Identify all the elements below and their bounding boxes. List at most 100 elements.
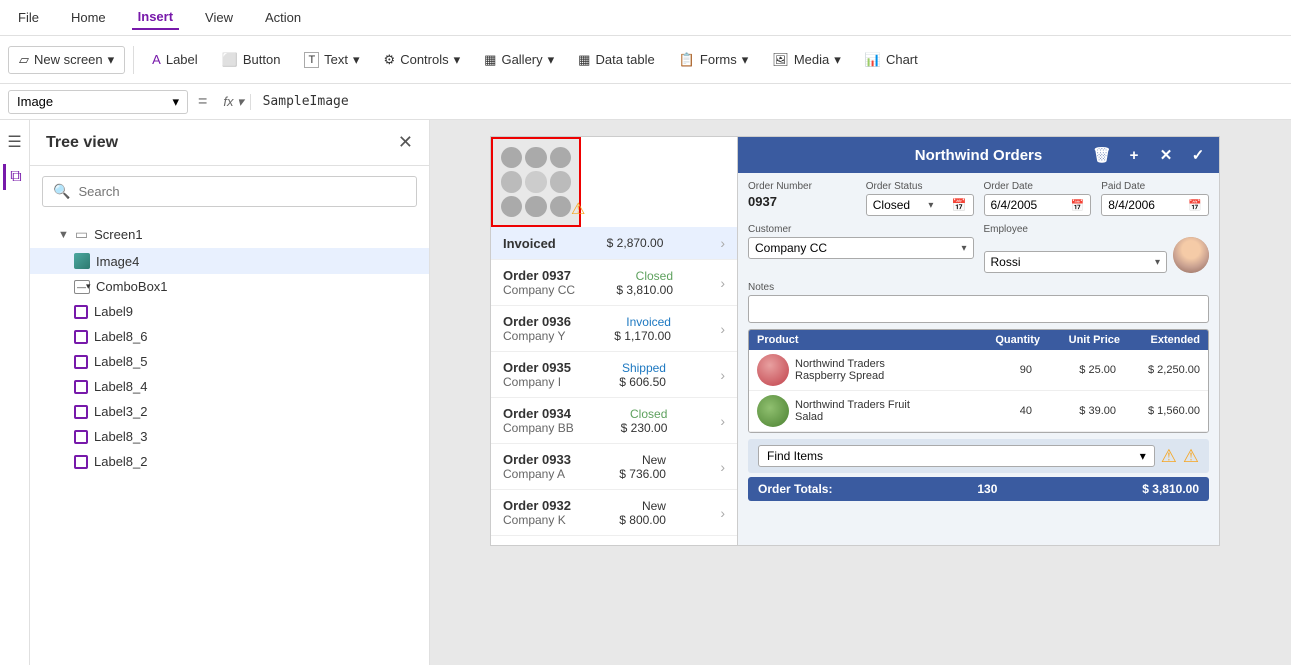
order-status-0934: Closed [630, 407, 667, 421]
text-button[interactable]: T Text ▾ [294, 47, 369, 73]
field-employee: Employee Rossi ▾ [984, 224, 1210, 273]
order-info-0934: Order 0934 Company BB [503, 406, 574, 435]
close-button[interactable]: ✕ [1153, 142, 1179, 168]
add-button[interactable]: + [1121, 142, 1147, 168]
forms-icon: 📋 [679, 52, 695, 68]
order-number-0933: Order 0933 [503, 452, 571, 467]
paid-date-value: 8/4/2006 [1108, 198, 1155, 212]
order-status-select[interactable]: Closed ▾ 📅 [866, 194, 974, 216]
order-info-first: Invoiced [503, 236, 556, 251]
col-product: Product [757, 334, 917, 346]
paid-date-input[interactable]: 8/4/2006 📅 [1101, 194, 1209, 216]
order-item-first[interactable]: Invoiced $ 2,870.00 › [491, 227, 737, 260]
order-info-0933: Order 0933 Company A [503, 452, 571, 481]
order-info-0937: Order 0937 Company CC [503, 268, 575, 297]
media-button[interactable]: 🖼 Media ▾ [762, 47, 850, 73]
menu-insert[interactable]: Insert [132, 5, 179, 30]
find-items-input[interactable]: Find Items ▾ [758, 445, 1155, 467]
layers-icon[interactable]: ⧉ [3, 164, 25, 190]
tree-item-label8-2[interactable]: Label8_2 [30, 449, 429, 474]
name-box[interactable]: Image ▾ [8, 90, 188, 114]
button-button[interactable]: ⬜ Button [212, 47, 291, 73]
menu-home[interactable]: Home [65, 6, 112, 29]
find-items-chevron-icon: ▾ [1140, 449, 1146, 463]
order-item-0934[interactable]: Order 0934 Company BB Closed $ 230.00 › [491, 398, 737, 444]
forms-button[interactable]: 📋 Forms ▾ [669, 47, 759, 73]
chart-button[interactable]: 📊 Chart [855, 47, 928, 73]
tree-item-label8-6[interactable]: Label8_6 [30, 324, 429, 349]
field-order-date: Order Date 6/4/2005 📅 [984, 181, 1092, 216]
order-chevron-first: › [720, 235, 725, 251]
label-icon: A [152, 52, 161, 67]
hamburger-icon[interactable]: ☰ [3, 128, 25, 156]
order-item-0933[interactable]: Order 0933 Company A New $ 736.00 › [491, 444, 737, 490]
label-button[interactable]: A Label [142, 47, 207, 72]
employee-avatar [1173, 237, 1209, 273]
order-info-0936: Order 0936 Company Y [503, 314, 571, 343]
tree-list: ▼ ▭ Screen1 Image4 —▾ ComboBox1 Label9 [30, 217, 429, 665]
tree-search-box[interactable]: 🔍 [42, 176, 417, 207]
product-qty-1: 90 [921, 364, 1032, 376]
image-icon [74, 253, 90, 269]
tree-item-image4[interactable]: Image4 [30, 248, 429, 274]
img-circle-4 [501, 171, 522, 192]
product-table: Product Quantity Unit Price Extended Nor… [748, 329, 1209, 433]
order-number-0936: Order 0936 [503, 314, 571, 329]
customer-chevron-icon: ▾ [961, 243, 966, 254]
data-table-button[interactable]: ▦ Data table [568, 47, 665, 73]
gallery-button[interactable]: ▦ Gallery ▾ [474, 47, 564, 73]
formula-input[interactable] [257, 92, 1283, 111]
tree-close-button[interactable]: ✕ [398, 132, 413, 153]
gallery-icon: ▦ [484, 52, 496, 68]
tree-item-label8-2-label: Label8_2 [94, 454, 148, 469]
tree-item-label8-4[interactable]: Label8_4 [30, 374, 429, 399]
chart-label: Chart [886, 52, 918, 67]
new-screen-icon: ▱ [19, 52, 29, 68]
delete-button[interactable]: 🗑 [1089, 142, 1115, 168]
img-circle-6 [550, 171, 571, 192]
controls-icon: ⚙ [384, 52, 396, 68]
order-item-0932[interactable]: Order 0932 Company K New $ 800.00 › [491, 490, 737, 536]
controls-button[interactable]: ⚙ Controls ▾ [374, 47, 471, 73]
order-item-0935[interactable]: Order 0935 Company I Shipped $ 606.50 › [491, 352, 737, 398]
employee-select[interactable]: Rossi ▾ [984, 251, 1168, 273]
customer-select[interactable]: Company CC ▾ [748, 237, 974, 259]
label-icon-3-2 [74, 405, 88, 419]
collapse-icon: ▼ [58, 229, 69, 241]
table-row-1[interactable]: Northwind Traders Raspberry Spread 90 $ … [749, 350, 1208, 391]
tree-item-label8-3[interactable]: Label8_3 [30, 424, 429, 449]
order-company-0936: Company Y [503, 329, 571, 343]
table-row-2[interactable]: Northwind Traders Fruit Salad 40 $ 39.00… [749, 391, 1208, 432]
warning-icon: ⚠ [571, 199, 585, 219]
order-right-0937: Closed $ 3,810.00 [616, 269, 673, 297]
search-input[interactable] [78, 184, 406, 199]
order-item-0937[interactable]: Order 0937 Company CC Closed $ 3,810.00 … [491, 260, 737, 306]
tree-item-screen1[interactable]: ▼ ▭ Screen1 [30, 221, 429, 248]
product-qty-2: 40 [921, 405, 1032, 417]
button-label: Button [243, 52, 281, 67]
tree-item-combobox1[interactable]: —▾ ComboBox1 [30, 274, 429, 299]
tree-item-label3-2[interactable]: Label3_2 [30, 399, 429, 424]
tree-item-label9-label: Label9 [94, 304, 133, 319]
notes-input[interactable] [748, 295, 1209, 323]
menu-action[interactable]: Action [259, 6, 307, 29]
tree-item-label8-6-label: Label8_6 [94, 329, 148, 344]
new-screen-button[interactable]: ▱ New screen ▾ [8, 46, 125, 74]
order-company-0935: Company I [503, 375, 571, 389]
tree-panel: Tree view ✕ 🔍 ▼ ▭ Screen1 Image4 —▾ [30, 120, 430, 665]
menu-file[interactable]: File [12, 6, 45, 29]
chart-icon: 📊 [865, 52, 881, 68]
employee-select-value: Rossi [991, 255, 1021, 269]
label-icon-9 [74, 305, 88, 319]
order-item-0936[interactable]: Order 0936 Company Y Invoiced $ 1,170.00… [491, 306, 737, 352]
order-chevron-0933: › [720, 459, 725, 475]
order-company-0937: Company CC [503, 283, 575, 297]
tree-item-label9[interactable]: Label9 [30, 299, 429, 324]
gallery-chevron-icon: ▾ [548, 52, 555, 68]
customer-label: Customer [748, 224, 974, 235]
check-button[interactable]: ✓ [1185, 142, 1211, 168]
order-date-input[interactable]: 6/4/2005 📅 [984, 194, 1092, 216]
tree-item-label8-5[interactable]: Label8_5 [30, 349, 429, 374]
image4-selected[interactable] [491, 137, 581, 227]
menu-view[interactable]: View [199, 6, 239, 29]
